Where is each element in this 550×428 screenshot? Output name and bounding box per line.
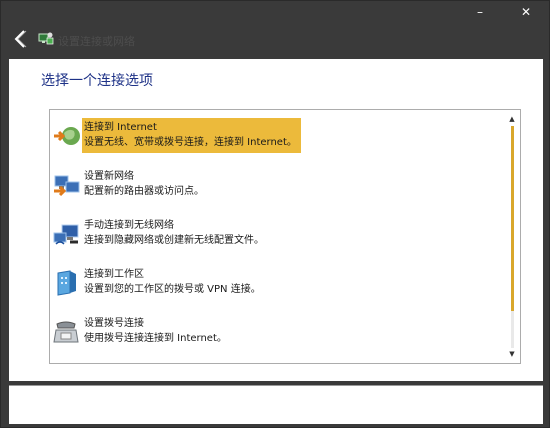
option-description: 设置到您的工作区的拨号或 VPN 连接。 (84, 284, 261, 295)
workplace-icon (52, 269, 82, 299)
main-content: 选择一个连接选项 连接到 Internet 设置无线、宽带或拨号连接，连接到 I… (9, 59, 543, 381)
new-network-icon (52, 171, 82, 201)
option-text: 连接到工作区 设置到您的工作区的拨号或 VPN 连接。 (82, 265, 265, 300)
wireless-network-icon (52, 220, 82, 250)
option-title: 连接到工作区 (84, 269, 144, 280)
option-text: 手动连接到无线网络 连接到隐藏网络或创建新无线配置文件。 (82, 216, 268, 251)
scroll-track[interactable] (511, 126, 514, 348)
page-heading: 选择一个连接选项 (41, 73, 153, 89)
option-new-network[interactable]: 设置新网络 配置新的路由器或访问点。 (52, 167, 504, 205)
option-description: 设置无线、宽带或拨号连接，连接到 Internet。 (84, 137, 297, 148)
option-title: 设置拨号连接 (84, 318, 144, 329)
footer-bar (9, 385, 543, 424)
window-title: 设置连接或网络 (58, 35, 135, 48)
window-controls: – ✕ (457, 1, 549, 25)
vertical-scrollbar[interactable]: ▲ ▼ (504, 110, 520, 363)
option-description: 使用拨号连接连接到 Internet。 (84, 333, 227, 344)
option-connect-internet[interactable]: 连接到 Internet 设置无线、宽带或拨号连接，连接到 Internet。 (52, 118, 504, 156)
option-text: 设置新网络 配置新的路由器或访问点。 (82, 167, 208, 202)
option-workplace[interactable]: 连接到工作区 设置到您的工作区的拨号或 VPN 连接。 (52, 265, 504, 303)
title-bar: – ✕ 设置连接或网络 (1, 1, 549, 59)
dialup-phone-icon (52, 318, 82, 348)
minimize-button[interactable]: – (457, 1, 503, 23)
globe-icon (52, 122, 82, 152)
option-text: 连接到 Internet 设置无线、宽带或拨号连接，连接到 Internet。 (82, 118, 301, 153)
option-title: 连接到 Internet (84, 122, 157, 133)
back-arrow-icon (14, 30, 27, 48)
scroll-thumb[interactable] (511, 126, 514, 311)
network-setup-window: – ✕ 设置连接或网络 选择一个连接选项 连接到 Internet 设置无线、宽… (0, 0, 550, 428)
option-title: 设置新网络 (84, 171, 134, 182)
option-manual-wireless[interactable]: 手动连接到无线网络 连接到隐藏网络或创建新无线配置文件。 (52, 216, 504, 254)
option-dialup[interactable]: 设置拨号连接 使用拨号连接连接到 Internet。 (52, 314, 504, 352)
option-description: 连接到隐藏网络或创建新无线配置文件。 (84, 235, 264, 246)
close-button[interactable]: ✕ (503, 1, 549, 23)
connection-options-list[interactable]: 连接到 Internet 设置无线、宽带或拨号连接，连接到 Internet。 … (49, 109, 521, 364)
back-button[interactable] (9, 27, 31, 51)
option-title: 手动连接到无线网络 (84, 220, 174, 231)
scroll-up-arrow-icon[interactable]: ▲ (504, 112, 520, 126)
option-text: 设置拨号连接 使用拨号连接连接到 Internet。 (82, 314, 231, 349)
scroll-down-arrow-icon[interactable]: ▼ (504, 347, 520, 361)
network-setup-app-icon (38, 31, 54, 47)
option-description: 配置新的路由器或访问点。 (84, 186, 204, 197)
